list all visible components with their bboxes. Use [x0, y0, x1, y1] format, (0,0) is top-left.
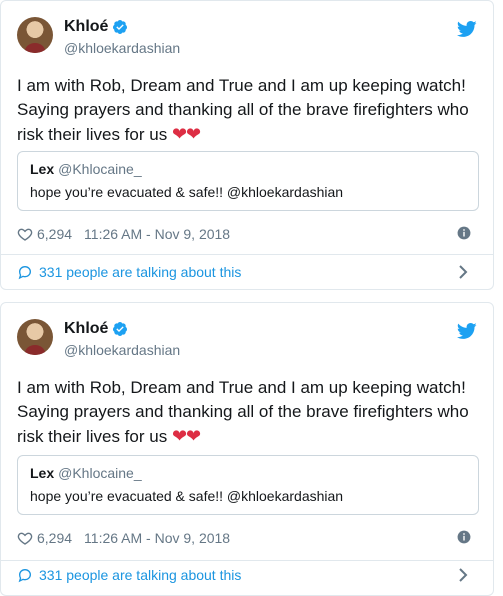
tweet-meta: 6,294 11:26 AM - Nov 9, 2018 [17, 528, 477, 548]
tweet-header: Khloé @khloekardashian [17, 17, 477, 57]
quoted-author-name: Lex [30, 465, 55, 481]
author-handle[interactable]: @khloekardashian [64, 40, 180, 56]
conversation-link[interactable]: 331 people are talking about this [17, 564, 477, 586]
chevron-right-icon[interactable] [457, 265, 469, 279]
like-count[interactable]: 6,294 [37, 226, 72, 242]
verified-badge-icon [113, 20, 128, 34]
speech-bubble-icon [18, 568, 32, 583]
quoted-author-handle: @Khlocaine_ [58, 465, 142, 481]
author-name-row[interactable]: Khloé [64, 18, 128, 36]
author-name-row[interactable]: Khloé [64, 320, 128, 338]
tweet-meta: 6,294 11:26 AM - Nov 9, 2018 [17, 224, 477, 244]
verified-badge-icon [113, 322, 128, 336]
conversation-label[interactable]: 331 people are talking about this [39, 264, 241, 280]
tweet-text: I am with Rob, Dream and True and I am u… [17, 74, 479, 147]
heart-emoji: ❤❤ [171, 426, 201, 446]
conversation-label[interactable]: 331 people are talking about this [39, 567, 241, 583]
info-icon[interactable] [457, 530, 471, 544]
timestamp[interactable]: 11:26 AM - Nov 9, 2018 [84, 226, 230, 242]
quoted-text: hope you’re evacuated & safe!! @khloekar… [30, 184, 344, 200]
timestamp[interactable]: 11:26 AM - Nov 9, 2018 [84, 530, 230, 546]
quoted-author-name: Lex [30, 161, 55, 177]
chevron-right-icon[interactable] [457, 568, 469, 582]
author-name[interactable]: Khloé [64, 320, 108, 338]
tweet-body: I am with Rob, Dream and True and I am u… [17, 76, 469, 144]
tweet-header: Khloé @khloekardashian [17, 319, 477, 359]
divider [1, 560, 493, 561]
tweet-card[interactable]: Khloé @khloekardashian I am with Rob, Dr… [0, 0, 494, 290]
info-icon[interactable] [457, 226, 471, 240]
quoted-author-handle: @Khlocaine_ [58, 161, 142, 177]
quoted-text: hope you’re evacuated & safe!! @khloekar… [30, 488, 344, 504]
conversation-link[interactable]: 331 people are talking about this [17, 261, 477, 283]
divider [1, 254, 493, 255]
like-count[interactable]: 6,294 [37, 530, 72, 546]
quoted-tweet[interactable]: Lex @Khlocaine_ hope you’re evacuated & … [17, 151, 479, 211]
avatar[interactable] [17, 17, 53, 53]
author-handle[interactable]: @khloekardashian [64, 342, 180, 358]
tweet-text: I am with Rob, Dream and True and I am u… [17, 376, 479, 449]
author-name[interactable]: Khloé [64, 18, 108, 36]
twitter-bird-icon[interactable] [457, 321, 477, 341]
heart-emoji: ❤❤ [171, 124, 201, 144]
quoted-tweet[interactable]: Lex @Khlocaine_ hope you’re evacuated & … [17, 455, 479, 515]
tweet-body: I am with Rob, Dream and True and I am u… [17, 378, 469, 446]
speech-bubble-icon [18, 265, 32, 280]
tweet-card[interactable]: Khloé @khloekardashian I am with Rob, Dr… [0, 302, 494, 596]
heart-outline-icon[interactable] [17, 226, 33, 242]
twitter-bird-icon[interactable] [457, 19, 477, 39]
heart-outline-icon[interactable] [17, 530, 33, 546]
avatar[interactable] [17, 319, 53, 355]
